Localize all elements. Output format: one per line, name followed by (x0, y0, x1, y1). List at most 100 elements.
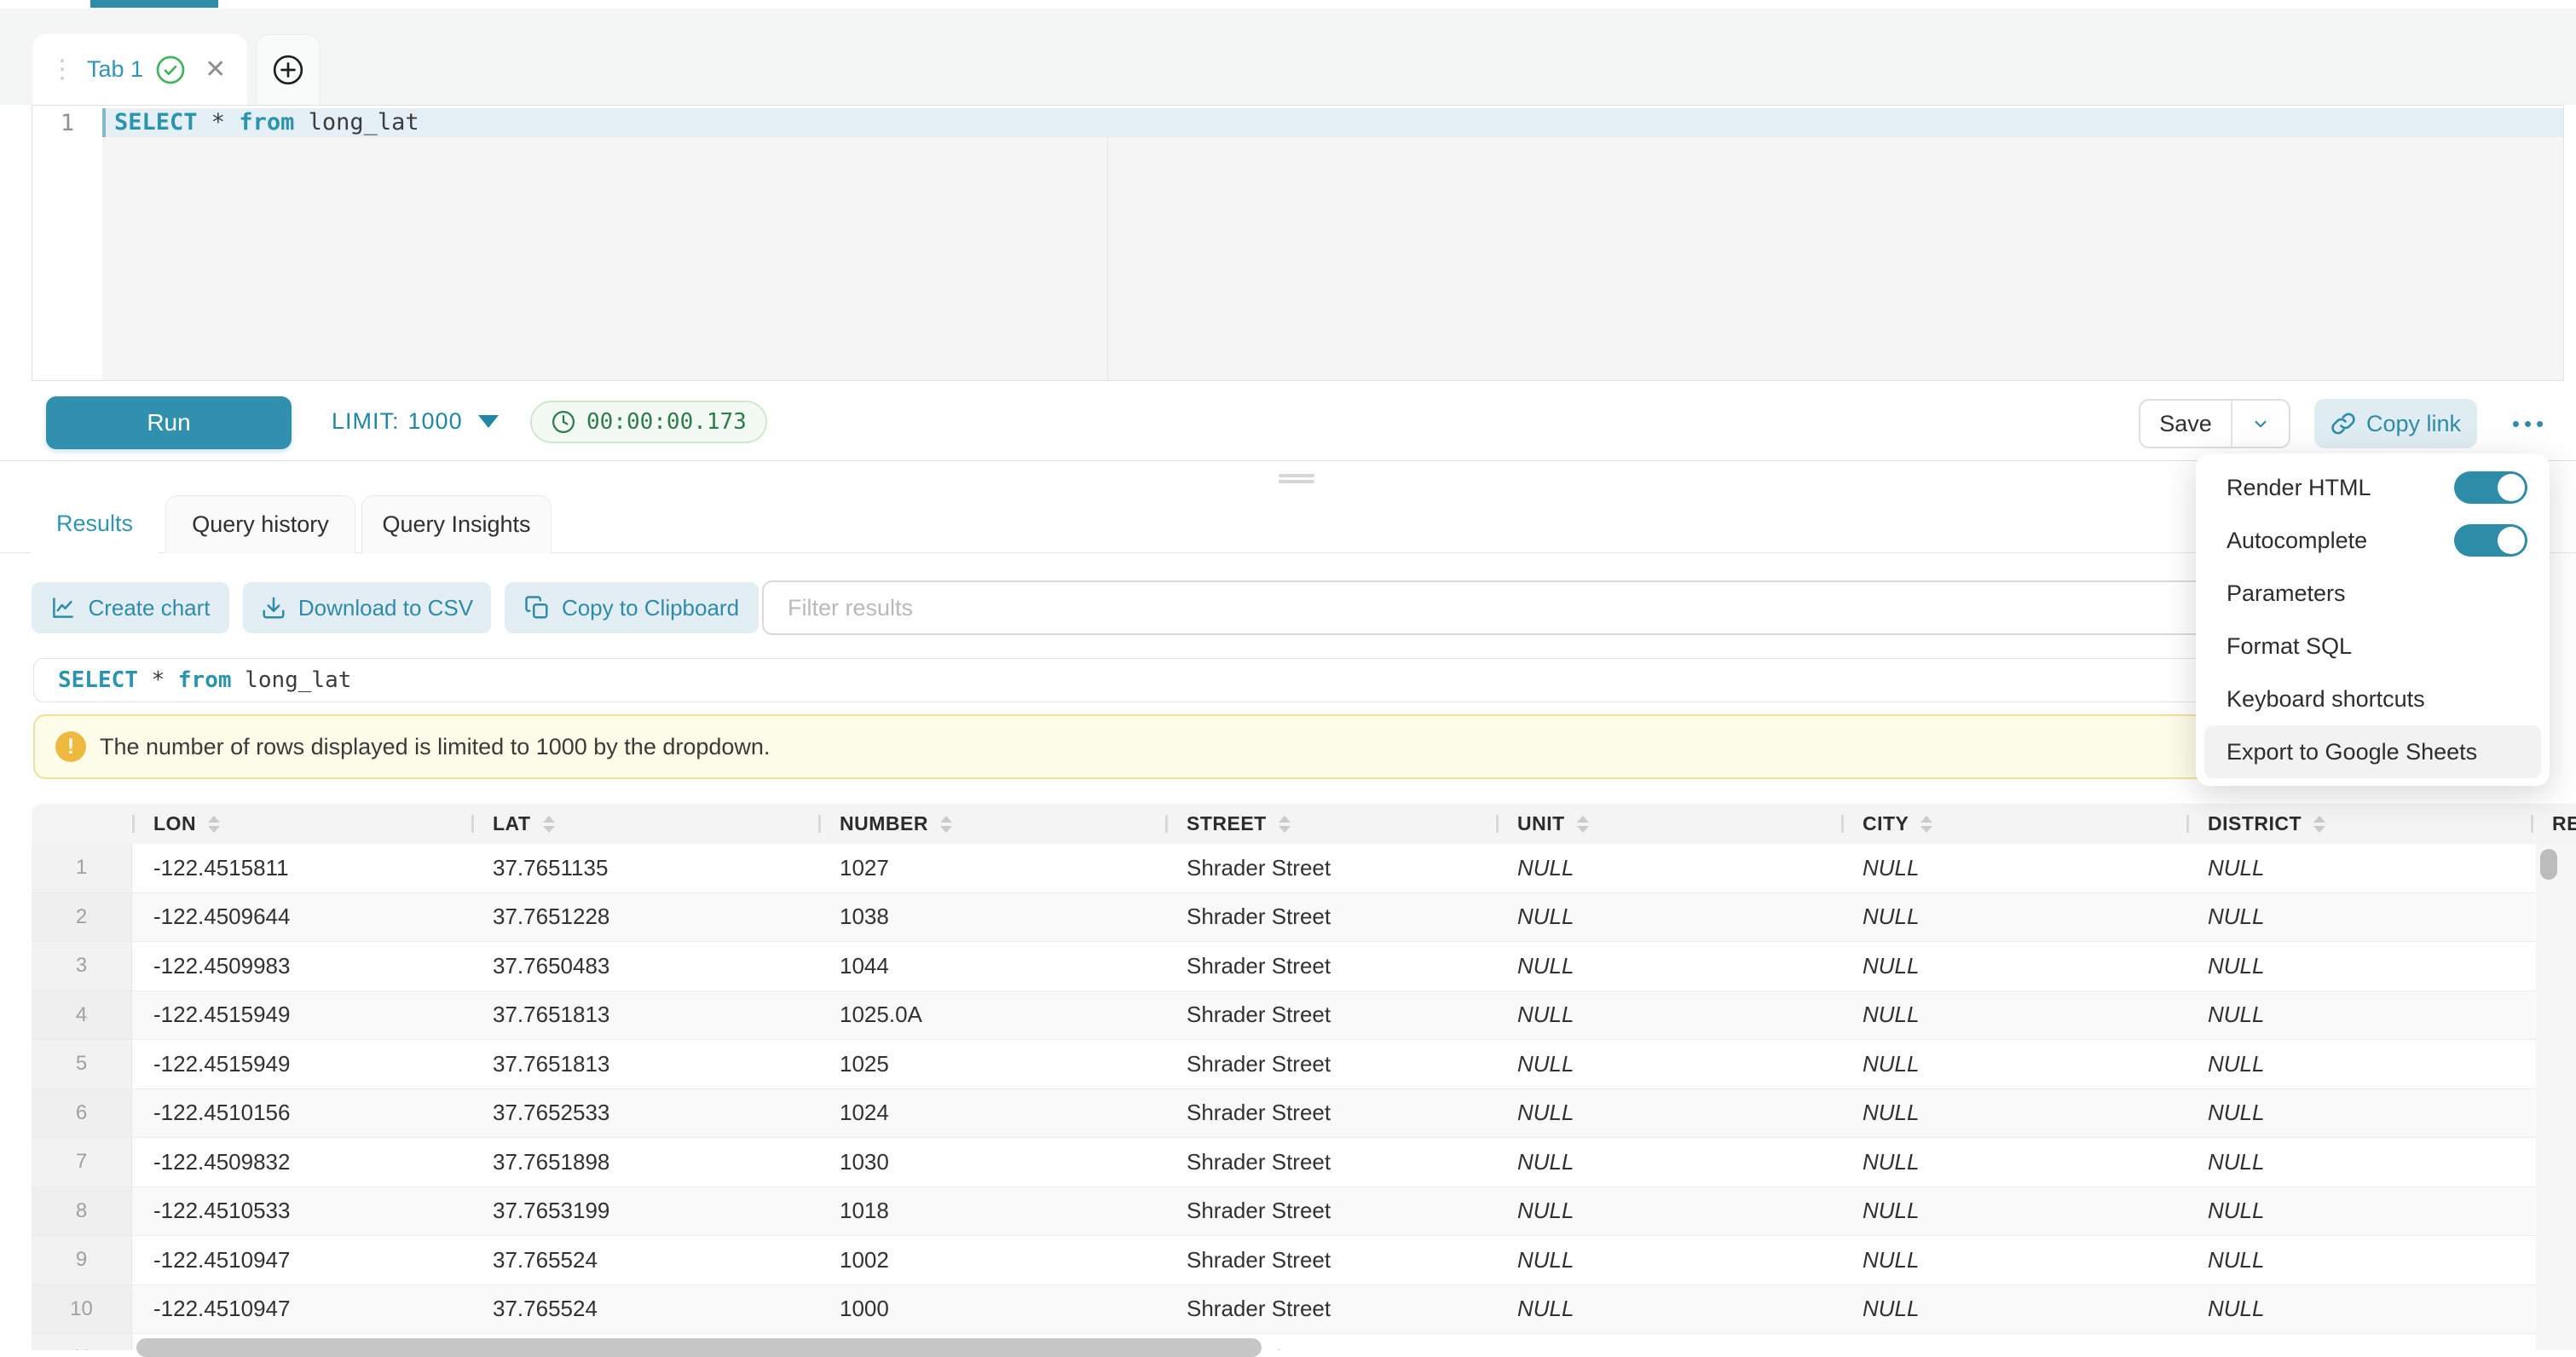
table-cell: 1025.0A (818, 991, 1165, 1040)
table-row[interactable]: 2-122.450964437.76512281038Shrader Stree… (32, 893, 2536, 943)
grid-header-number[interactable]: NUMBER (818, 804, 1165, 844)
copy-to-clipboard-button[interactable]: Copy to Clipboard (505, 582, 759, 633)
column-label: LAT (493, 812, 531, 835)
row-number: 3 (32, 942, 132, 990)
table-cell: Shrader Street (1165, 1138, 1496, 1187)
column-divider (132, 815, 135, 833)
tab-bar: ⋮ Tab 1 ✕ (0, 9, 2576, 105)
column-divider (1165, 815, 1168, 833)
table-cell: 1038 (818, 893, 1165, 942)
editor-active-line[interactable]: SELECT * from long_lat (102, 108, 2563, 137)
grid-header-district[interactable]: DISTRICT (2186, 804, 2531, 844)
menu-item-parameters[interactable]: Parameters (2196, 567, 2550, 620)
limit-dropdown[interactable]: LIMIT: 1000 (332, 381, 499, 461)
table-cell: NULL (2186, 1236, 2531, 1285)
plus-circle-icon (271, 53, 305, 87)
menu-item-label: Render HTML (2227, 475, 2454, 501)
copy-link-button[interactable]: Copy link (2314, 399, 2477, 448)
column-divider (2186, 815, 2189, 833)
toggle-switch-on[interactable] (2454, 524, 2527, 557)
grid-header-unit[interactable]: UNIT (1496, 804, 1841, 844)
menu-item-keyboard-shortcuts[interactable]: Keyboard shortcuts (2196, 673, 2550, 725)
create-chart-button[interactable]: Create chart (32, 582, 229, 633)
pane-splitter-handle[interactable] (1279, 474, 1314, 484)
row-number: 9 (32, 1236, 132, 1285)
table-cell: 37.7650483 (471, 942, 818, 990)
menu-item-label: Parameters (2227, 580, 2527, 607)
sql-text: long_lat (294, 109, 419, 136)
table-cell: NULL (1841, 1236, 2186, 1285)
table-cell: 37.7651135 (471, 844, 818, 892)
table-cell: 1018 (818, 1187, 1165, 1236)
line-number: 1 (32, 110, 102, 136)
column-label: NUMBER (840, 812, 928, 835)
table-row[interactable]: 10-122.451094737.7655241000Shrader Stree… (32, 1285, 2536, 1335)
menu-item-autocomplete[interactable]: Autocomplete (2196, 514, 2550, 567)
tab-item-tab1[interactable]: ⋮ Tab 1 ✕ (32, 34, 247, 105)
editor-empty-area[interactable] (102, 137, 2563, 380)
table-row[interactable]: 7-122.450983237.76518981030Shrader Stree… (32, 1138, 2536, 1187)
row-number: 4 (32, 991, 132, 1040)
table-cell: NULL (1496, 1138, 1841, 1187)
save-options-button[interactable] (2231, 401, 2289, 447)
toggle-switch-on[interactable] (2454, 471, 2527, 504)
toggle-knob (2498, 474, 2525, 501)
run-toolbar: Run LIMIT: 1000 00:00:00.173 Save Copy l… (0, 381, 2576, 461)
run-button[interactable]: Run (46, 396, 292, 449)
menu-item-format-sql[interactable]: Format SQL (2196, 620, 2550, 673)
close-tab-icon[interactable]: ✕ (205, 55, 226, 84)
row-number: 5 (32, 1040, 132, 1088)
menu-item-render-html[interactable]: Render HTML (2196, 461, 2550, 514)
grid-header-re[interactable]: RE (2531, 804, 2576, 844)
column-label: UNIT (1517, 812, 1565, 835)
table-cell: Shrader Street (1165, 942, 1496, 990)
vertical-scrollbar[interactable] (2540, 849, 2557, 880)
column-divider (818, 815, 821, 833)
download-csv-button[interactable]: Download to CSV (243, 582, 491, 633)
table-cell: NULL (1496, 942, 1841, 990)
horizontal-scrollbar[interactable] (136, 1338, 1262, 1357)
menu-item-label: Keyboard shortcuts (2227, 686, 2527, 713)
table-row[interactable]: 4-122.451594937.76518131025.0AShrader St… (32, 991, 2536, 1041)
table-cell: NULL (1496, 1236, 1841, 1285)
tab-query-insights[interactable]: Query Insights (361, 495, 552, 553)
table-cell: 1044 (818, 942, 1165, 990)
table-cell: 1000 (818, 1285, 1165, 1334)
table-row[interactable]: 9-122.451094737.7655241002Shrader Street… (32, 1236, 2536, 1285)
top-progress-indicator (90, 0, 218, 8)
menu-item-export-to-google-sheets[interactable]: Export to Google Sheets (2204, 725, 2541, 778)
sort-arrows-icon (1279, 816, 1291, 833)
table-cell: NULL (2186, 1138, 2531, 1187)
table-row[interactable]: 6-122.451015637.76525331024Shrader Stree… (32, 1089, 2536, 1139)
table-row[interactable]: 3-122.450998337.76504831044Shrader Stree… (32, 942, 2536, 991)
add-tab-button[interactable] (256, 34, 321, 105)
chevron-down-icon (478, 415, 499, 428)
table-row[interactable]: 8-122.451053337.76531991018Shrader Stree… (32, 1187, 2536, 1237)
table-row[interactable]: 5-122.451594937.76518131025Shrader Stree… (32, 1040, 2536, 1089)
table-cell: NULL (1496, 1285, 1841, 1334)
grid-header-lat[interactable]: LAT (471, 804, 818, 844)
column-label: LON (153, 812, 196, 835)
table-cell: Shrader Street (1165, 1040, 1496, 1088)
table-cell: NULL (2186, 1334, 2531, 1350)
sql-editor[interactable]: 1 SELECT * from long_lat (32, 105, 2564, 381)
editor-code-line[interactable]: SELECT * from long_lat (114, 109, 419, 136)
save-button[interactable]: Save (2140, 401, 2231, 447)
tab-results[interactable]: Results (31, 494, 159, 553)
table-cell: Shrader Street (1165, 893, 1496, 942)
grid-header-lon[interactable]: LON (132, 804, 471, 844)
tab-query-history[interactable]: Query history (165, 495, 355, 553)
row-number: 7 (32, 1138, 132, 1187)
table-row[interactable]: 1-122.451581137.76511351027Shrader Stree… (32, 844, 2536, 893)
check-circle-icon (155, 55, 186, 85)
sort-arrows-icon (1920, 816, 1932, 833)
more-options-button[interactable]: ••• (2503, 399, 2557, 448)
grid-header-city[interactable]: CITY (1841, 804, 2186, 844)
table-cell: NULL (2186, 942, 2531, 990)
execution-timer-badge: 00:00:00.173 (530, 401, 767, 443)
row-limit-warning-banner: ! The number of rows displayed is limite… (33, 714, 2549, 779)
table-cell: -122.4510947 (132, 1285, 471, 1334)
grid-header-row: LON LAT NUMBER STREET UNIT CITYDISTRICTRE (32, 804, 2576, 844)
grid-header-street[interactable]: STREET (1165, 804, 1496, 844)
grid-body: 1-122.451581137.76511351027Shrader Stree… (32, 844, 2536, 1350)
